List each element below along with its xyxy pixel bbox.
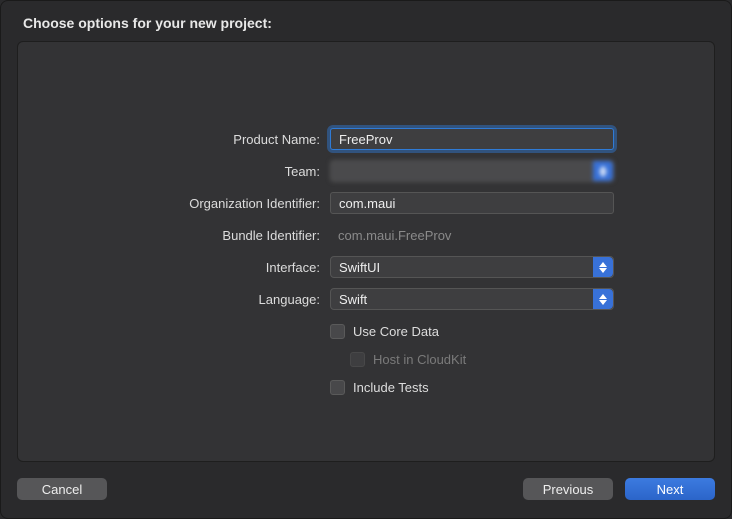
chevron-up-down-icon xyxy=(593,257,613,277)
interface-popup[interactable]: SwiftUI xyxy=(330,256,614,278)
chevron-up-down-icon xyxy=(593,289,613,309)
host-cloudkit-label: Host in CloudKit xyxy=(373,352,466,367)
bundle-identifier-label: Bundle Identifier: xyxy=(38,228,320,243)
product-name-input[interactable] xyxy=(330,128,614,150)
footer-buttons: Cancel Previous Next xyxy=(17,462,715,504)
include-tests-label: Include Tests xyxy=(353,380,429,395)
language-popup[interactable]: Swift xyxy=(330,288,614,310)
next-button[interactable]: Next xyxy=(625,478,715,500)
cancel-button[interactable]: Cancel xyxy=(17,478,107,500)
interface-label: Interface: xyxy=(38,260,320,275)
interface-value: SwiftUI xyxy=(339,260,380,275)
use-core-data-label: Use Core Data xyxy=(353,324,439,339)
new-project-options-sheet: Choose options for your new project: Pro… xyxy=(0,0,732,519)
host-cloudkit-checkbox xyxy=(350,352,365,367)
sheet-title: Choose options for your new project: xyxy=(17,15,715,31)
include-tests-checkbox[interactable] xyxy=(330,380,345,395)
options-panel: Product Name: Team: Organization Identif… xyxy=(17,41,715,462)
chevron-up-down-icon xyxy=(593,161,613,181)
language-label: Language: xyxy=(38,292,320,307)
use-core-data-checkbox[interactable] xyxy=(330,324,345,339)
org-identifier-label: Organization Identifier: xyxy=(38,196,320,211)
previous-button[interactable]: Previous xyxy=(523,478,613,500)
org-identifier-input[interactable] xyxy=(330,192,614,214)
product-name-label: Product Name: xyxy=(38,132,320,147)
language-value: Swift xyxy=(339,292,367,307)
options-form: Product Name: Team: Organization Identif… xyxy=(18,128,714,398)
team-popup[interactable] xyxy=(330,160,614,182)
bundle-identifier-value: com.maui.FreeProv xyxy=(330,224,451,246)
team-label: Team: xyxy=(38,164,320,179)
